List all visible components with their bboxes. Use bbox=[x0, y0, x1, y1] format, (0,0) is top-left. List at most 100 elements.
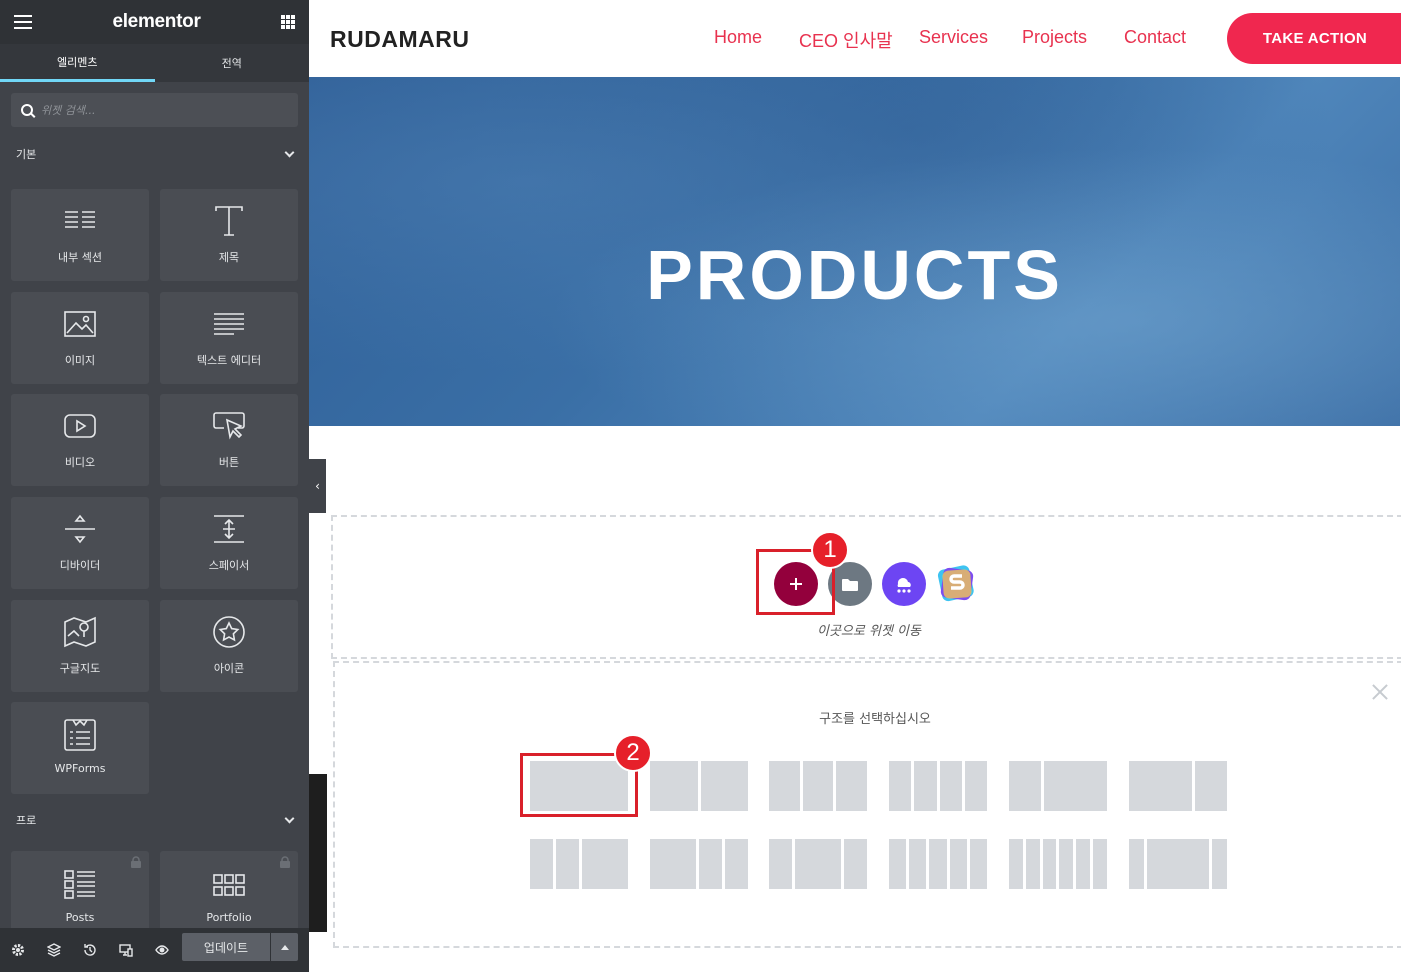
elementor-panel: elementor 엘리멘츠 전역 기본 내부 섹션 제목 이미지 bbox=[0, 0, 309, 972]
video-icon bbox=[64, 408, 96, 444]
preset-50-50[interactable] bbox=[650, 761, 748, 811]
widget-label: 스페이서 bbox=[208, 559, 250, 572]
widget-posts[interactable]: Posts bbox=[11, 851, 149, 931]
site-header: RUDAMARU Home CEO 인사말 Services Projects … bbox=[309, 0, 1401, 77]
widget-label: 텍스트 에디터 bbox=[196, 354, 262, 367]
layers-icon[interactable] bbox=[46, 942, 62, 958]
widget-wpforms[interactable]: WPForms bbox=[11, 702, 149, 794]
category-pro-label: 프로 bbox=[16, 814, 37, 827]
responsive-icon[interactable] bbox=[118, 942, 134, 958]
preset-16x6[interactable] bbox=[1009, 839, 1107, 889]
template-folder-icon[interactable] bbox=[828, 562, 872, 606]
widget-inner-section[interactable]: 내부 섹션 bbox=[11, 189, 149, 281]
widget-button[interactable]: 버튼 bbox=[160, 394, 298, 486]
panel-collapse-chevron-left-icon[interactable]: ‹ bbox=[309, 459, 326, 513]
divider-icon bbox=[64, 511, 96, 547]
add-section-drop-zone: 이곳으로 위젯 이동 bbox=[331, 515, 1401, 659]
preset-25-50-25[interactable] bbox=[769, 839, 867, 889]
chevron-down-icon bbox=[284, 813, 295, 823]
site-logo[interactable]: RUDAMARU bbox=[330, 26, 469, 53]
panel-shadow-strip bbox=[309, 774, 327, 932]
panel-header: elementor bbox=[0, 0, 309, 44]
widget-video[interactable]: 비디오 bbox=[11, 394, 149, 486]
lock-icon bbox=[280, 856, 290, 868]
nav-link-home[interactable]: Home bbox=[714, 27, 762, 48]
text-editor-icon bbox=[213, 306, 245, 342]
annotation-badge-2: 2 bbox=[614, 734, 652, 772]
starter-templates-icon[interactable] bbox=[935, 562, 979, 606]
widget-label: 내부 섹션 bbox=[58, 251, 102, 264]
widget-spacer[interactable]: 스페이서 bbox=[160, 497, 298, 589]
search-icon bbox=[21, 104, 33, 116]
cloud-template-icon[interactable] bbox=[882, 562, 926, 606]
annotation-badge-1: 1 bbox=[811, 531, 849, 569]
lock-icon bbox=[131, 856, 141, 868]
heading-icon bbox=[214, 203, 244, 239]
preset-20x5[interactable] bbox=[889, 839, 988, 889]
panel-tabs: 엘리멘츠 전역 bbox=[0, 44, 309, 82]
widget-label: Portfolio bbox=[206, 911, 252, 924]
widgets-grid-icon[interactable] bbox=[280, 15, 295, 29]
widget-label: 구글지도 bbox=[59, 662, 101, 675]
panel-footer: 업데이트 bbox=[0, 928, 309, 972]
hamburger-menu-icon[interactable] bbox=[14, 15, 32, 29]
category-basic-header[interactable]: 기본 bbox=[0, 134, 309, 174]
update-button[interactable]: 업데이트 bbox=[182, 933, 270, 961]
history-icon[interactable] bbox=[82, 942, 98, 958]
widget-search-input[interactable] bbox=[41, 103, 281, 117]
nav-link-contact[interactable]: Contact bbox=[1124, 27, 1186, 48]
hero-banner: PRODUCTS bbox=[309, 77, 1400, 426]
widget-label: 비디오 bbox=[64, 456, 96, 469]
elementor-logo: elementor bbox=[112, 11, 201, 32]
portfolio-icon bbox=[213, 867, 245, 903]
widget-label: 버튼 bbox=[218, 456, 240, 469]
structure-picker-title: 구조를 선택하십시오 bbox=[819, 712, 931, 727]
widget-label: 제목 bbox=[218, 251, 240, 264]
inner-section-icon bbox=[63, 203, 97, 239]
widget-label: Posts bbox=[65, 911, 95, 924]
wpforms-icon bbox=[64, 716, 96, 752]
spacer-icon bbox=[213, 511, 245, 547]
structure-picker: 구조를 선택하십시오 bbox=[333, 661, 1401, 948]
nav-link-services[interactable]: Services bbox=[919, 27, 988, 48]
preview-eye-icon[interactable] bbox=[154, 942, 170, 958]
preset-25x4[interactable] bbox=[889, 761, 987, 811]
close-icon[interactable] bbox=[1371, 683, 1389, 701]
preset-16-66-16[interactable] bbox=[1129, 839, 1227, 889]
image-icon bbox=[64, 306, 96, 342]
google-maps-icon bbox=[64, 614, 96, 650]
button-icon bbox=[213, 408, 245, 444]
widget-portfolio[interactable]: Portfolio bbox=[160, 851, 298, 931]
chevron-down-icon bbox=[284, 147, 295, 157]
widget-heading[interactable]: 제목 bbox=[160, 189, 298, 281]
widget-label: 이미지 bbox=[64, 354, 96, 367]
hero-title: PRODUCTS bbox=[646, 236, 1063, 314]
preset-66-33[interactable] bbox=[1129, 761, 1227, 811]
star-icon bbox=[212, 614, 246, 650]
add-section-plus-icon[interactable] bbox=[774, 562, 818, 606]
preset-33-66[interactable] bbox=[1009, 761, 1107, 811]
widget-google-maps[interactable]: 구글지도 bbox=[11, 600, 149, 692]
preset-33-33-33[interactable] bbox=[769, 761, 868, 811]
preset-25-25-50[interactable] bbox=[530, 839, 628, 889]
widget-label: 디바이더 bbox=[59, 559, 101, 572]
widget-icon[interactable]: 아이콘 bbox=[160, 600, 298, 692]
widget-label: 아이콘 bbox=[213, 662, 245, 675]
nav-link-ceo[interactable]: CEO 인사말 bbox=[799, 27, 893, 53]
widget-text-editor[interactable]: 텍스트 에디터 bbox=[160, 292, 298, 384]
settings-icon[interactable] bbox=[10, 942, 26, 958]
preset-50-25-25[interactable] bbox=[650, 839, 748, 889]
take-action-button[interactable]: TAKE ACTION bbox=[1227, 13, 1401, 64]
preset-100[interactable] bbox=[530, 761, 628, 811]
widget-divider[interactable]: 디바이더 bbox=[11, 497, 149, 589]
category-basic-label: 기본 bbox=[16, 148, 37, 161]
category-pro-header[interactable]: 프로 bbox=[0, 800, 309, 840]
widget-image[interactable]: 이미지 bbox=[11, 292, 149, 384]
update-options-chevron-up-icon[interactable] bbox=[271, 933, 298, 961]
tab-elements[interactable]: 엘리멘츠 bbox=[0, 44, 155, 82]
posts-icon bbox=[64, 867, 96, 903]
drop-widget-here-text: 이곳으로 위젯 이동 bbox=[817, 624, 921, 639]
nav-link-projects[interactable]: Projects bbox=[1022, 27, 1087, 48]
widget-search bbox=[11, 93, 298, 127]
tab-global[interactable]: 전역 bbox=[155, 44, 310, 82]
